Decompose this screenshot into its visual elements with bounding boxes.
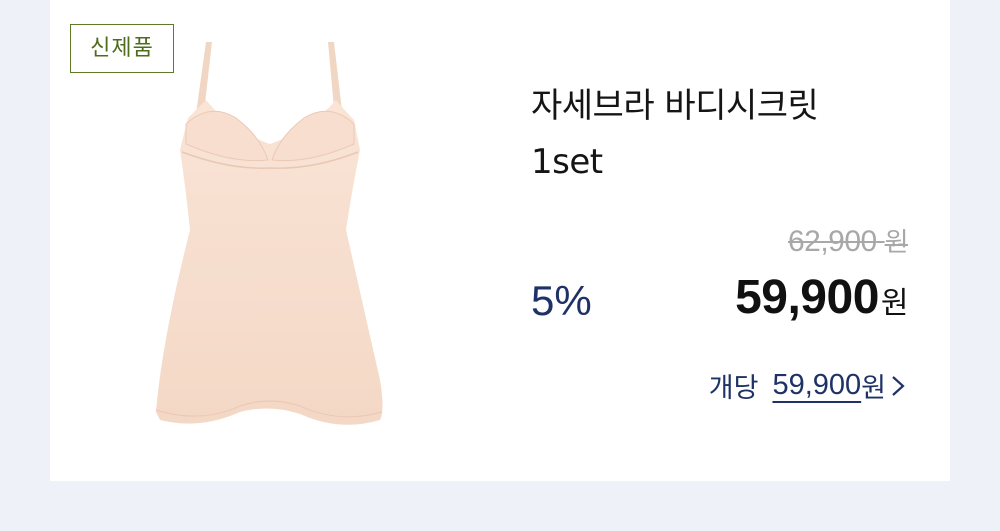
product-quantity: 1set — [531, 142, 603, 182]
product-title[interactable]: 자세브라 바디시크릿 1set — [531, 78, 911, 190]
sale-price-value: 59,900 — [735, 271, 879, 324]
sale-price-unit: 원 — [880, 286, 909, 321]
product-name: 자세브라 바디시크릿 — [531, 86, 819, 126]
product-image[interactable] — [140, 40, 400, 440]
unit-price-label: 개당 — [708, 373, 759, 404]
original-price-unit: 원 — [884, 228, 909, 258]
unit-price-link[interactable]: 개당 59,900 원 — [709, 366, 908, 405]
original-price-value: 62,900 — [787, 225, 877, 258]
original-price: 62,900 원 — [787, 222, 909, 259]
unit-price-currency: 원 — [861, 373, 886, 404]
sale-price: 59,900원 — [735, 270, 908, 325]
slip-dress-image — [155, 42, 383, 425]
chevron-right-icon — [888, 374, 908, 398]
discount-rate: 5% — [531, 277, 592, 324]
unit-price-value: 59,900 — [772, 369, 862, 401]
